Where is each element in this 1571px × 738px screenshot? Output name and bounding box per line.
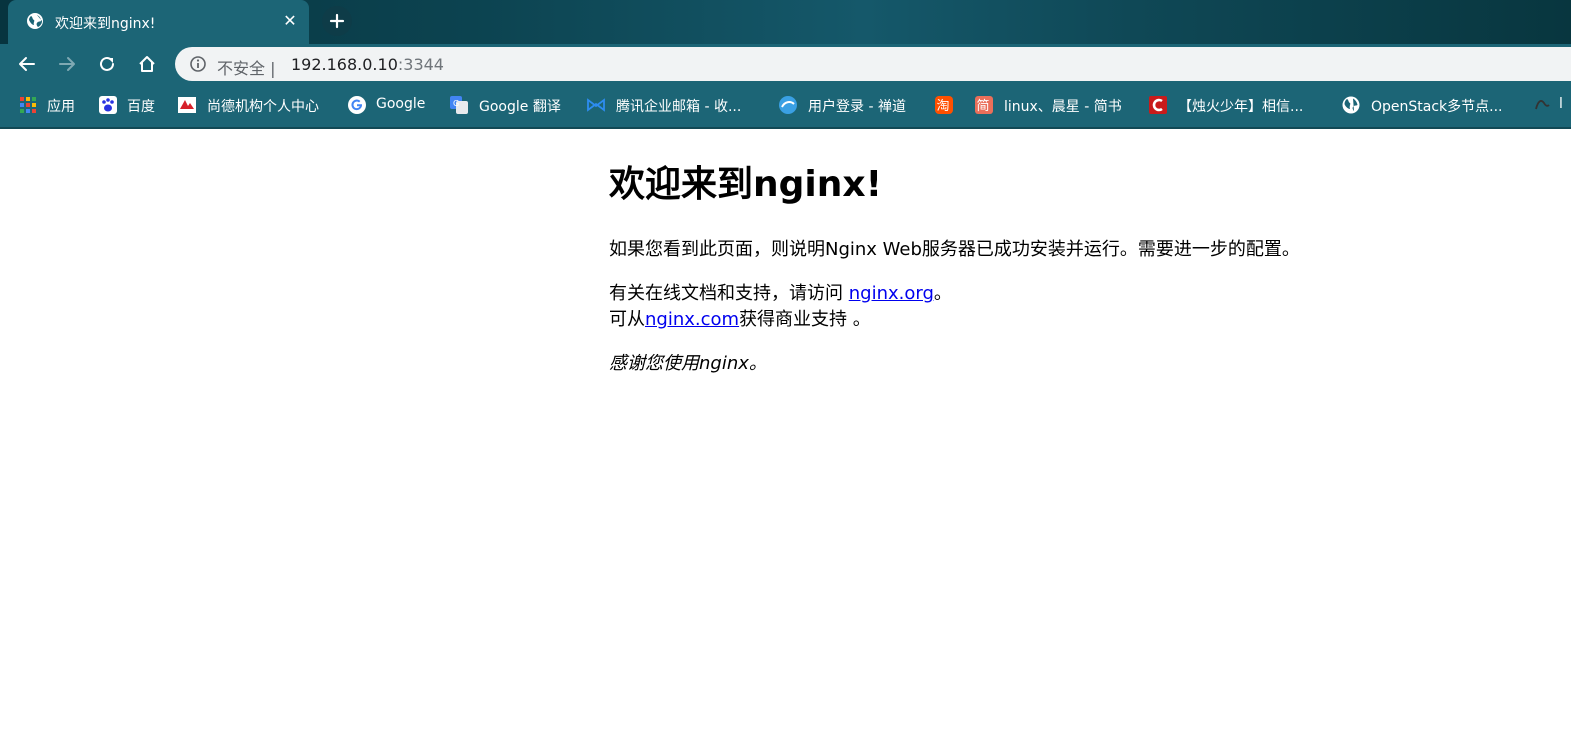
thanks-paragraph: 感谢您使用nginx。 <box>609 351 1329 377</box>
page-title: 欢迎来到nginx! <box>609 164 883 205</box>
thanks-text: 感谢您使用nginx。 <box>609 353 767 374</box>
zentao-icon <box>779 96 797 114</box>
nginx-org-link[interactable]: nginx.org <box>849 283 934 304</box>
info-icon[interactable] <box>189 55 207 73</box>
reload-button[interactable] <box>93 50 121 78</box>
tab-strip: 欢迎来到nginx! ✕ <box>0 0 1571 44</box>
toolbar: 不安全 | 192.168.0.10:3344 <box>0 44 1571 84</box>
bookmark-label: Google 翻译 <box>479 99 561 115</box>
svg-text:简: 简 <box>977 98 990 114</box>
security-label[interactable]: 不安全 | <box>217 55 275 79</box>
intro-paragraph: 如果您看到此页面，则说明Nginx Web服务器已成功安装并运行。需要进一步的配… <box>609 239 1300 260</box>
bookmark-label: linux、晨星 - 简书 <box>1004 99 1122 115</box>
home-button[interactable] <box>133 50 161 78</box>
address-bar[interactable]: 不安全 | 192.168.0.10:3344 <box>175 47 1571 81</box>
bookmark-label: 尚德机构个人中心 <box>207 99 319 115</box>
tencent-mail-icon <box>587 98 605 112</box>
plus-icon <box>329 13 345 29</box>
home-icon <box>139 56 155 72</box>
extension-icon <box>1535 100 1550 110</box>
sunlands-icon <box>178 97 196 113</box>
browser-chrome: 欢迎来到nginx! ✕ 不安全 | 192.168.0.10:3344 应用 … <box>0 0 1571 129</box>
globe-icon <box>27 13 43 29</box>
bookmarks-bar: 应用 百度 尚德机构个人中心 Google G Google 翻译 腾讯企业邮箱… <box>0 84 1571 127</box>
url-host: 192.168.0.10 <box>291 55 398 74</box>
support-paragraph: 有关在线文档和支持，请访问 nginx.org。可从nginx.com获得商业支… <box>609 281 1329 333</box>
forward-button[interactable] <box>53 50 81 78</box>
svg-text:淘: 淘 <box>937 99 950 114</box>
csdn-icon <box>1149 96 1167 114</box>
google-translate-icon: G <box>450 96 468 114</box>
new-tab-button[interactable] <box>322 6 352 36</box>
globe-icon <box>1342 96 1360 114</box>
arrow-left-icon <box>19 57 35 71</box>
bookmark-label: 用户登录 - 禅道 <box>808 99 906 115</box>
support-text: 有关在线文档和支持，请访问 <box>609 283 849 304</box>
bookmark-label: l <box>1559 96 1563 112</box>
bookmark-label: 【烛火少年】相信... <box>1178 99 1304 115</box>
tab-close-icon[interactable]: ✕ <box>278 9 302 33</box>
tab-active[interactable]: 欢迎来到nginx! ✕ <box>8 0 309 44</box>
bookmark-label: 百度 <box>127 99 155 115</box>
arrow-right-icon <box>59 57 75 71</box>
bookmark-label: 腾讯企业邮箱 - 收... <box>616 99 742 115</box>
bookmark-label: 应用 <box>47 99 75 115</box>
back-button[interactable] <box>13 50 41 78</box>
url-port: :3344 <box>397 55 444 74</box>
google-icon <box>348 96 366 114</box>
taobao-icon: 淘 <box>935 96 953 114</box>
commercial-text-end: 获得商业支持 。 <box>739 309 871 330</box>
tab-title: 欢迎来到nginx! <box>55 16 156 32</box>
url-text[interactable]: 192.168.0.10:3344 <box>291 55 444 74</box>
baidu-icon <box>99 96 117 114</box>
reload-icon <box>100 56 114 71</box>
svg-text:G: G <box>453 99 459 108</box>
nginx-com-link[interactable]: nginx.com <box>645 309 739 330</box>
apps-grid-icon <box>20 97 36 113</box>
commercial-text: 可从 <box>609 309 645 330</box>
jianshu-icon: 简 <box>975 96 993 114</box>
page-content: 欢迎来到nginx! 如果您看到此页面，则说明Nginx Web服务器已成功安装… <box>609 129 1329 377</box>
bookmark-label: Google <box>376 96 426 112</box>
bookmark-label: OpenStack多节点... <box>1371 99 1503 115</box>
support-text-end: 。 <box>933 283 952 304</box>
